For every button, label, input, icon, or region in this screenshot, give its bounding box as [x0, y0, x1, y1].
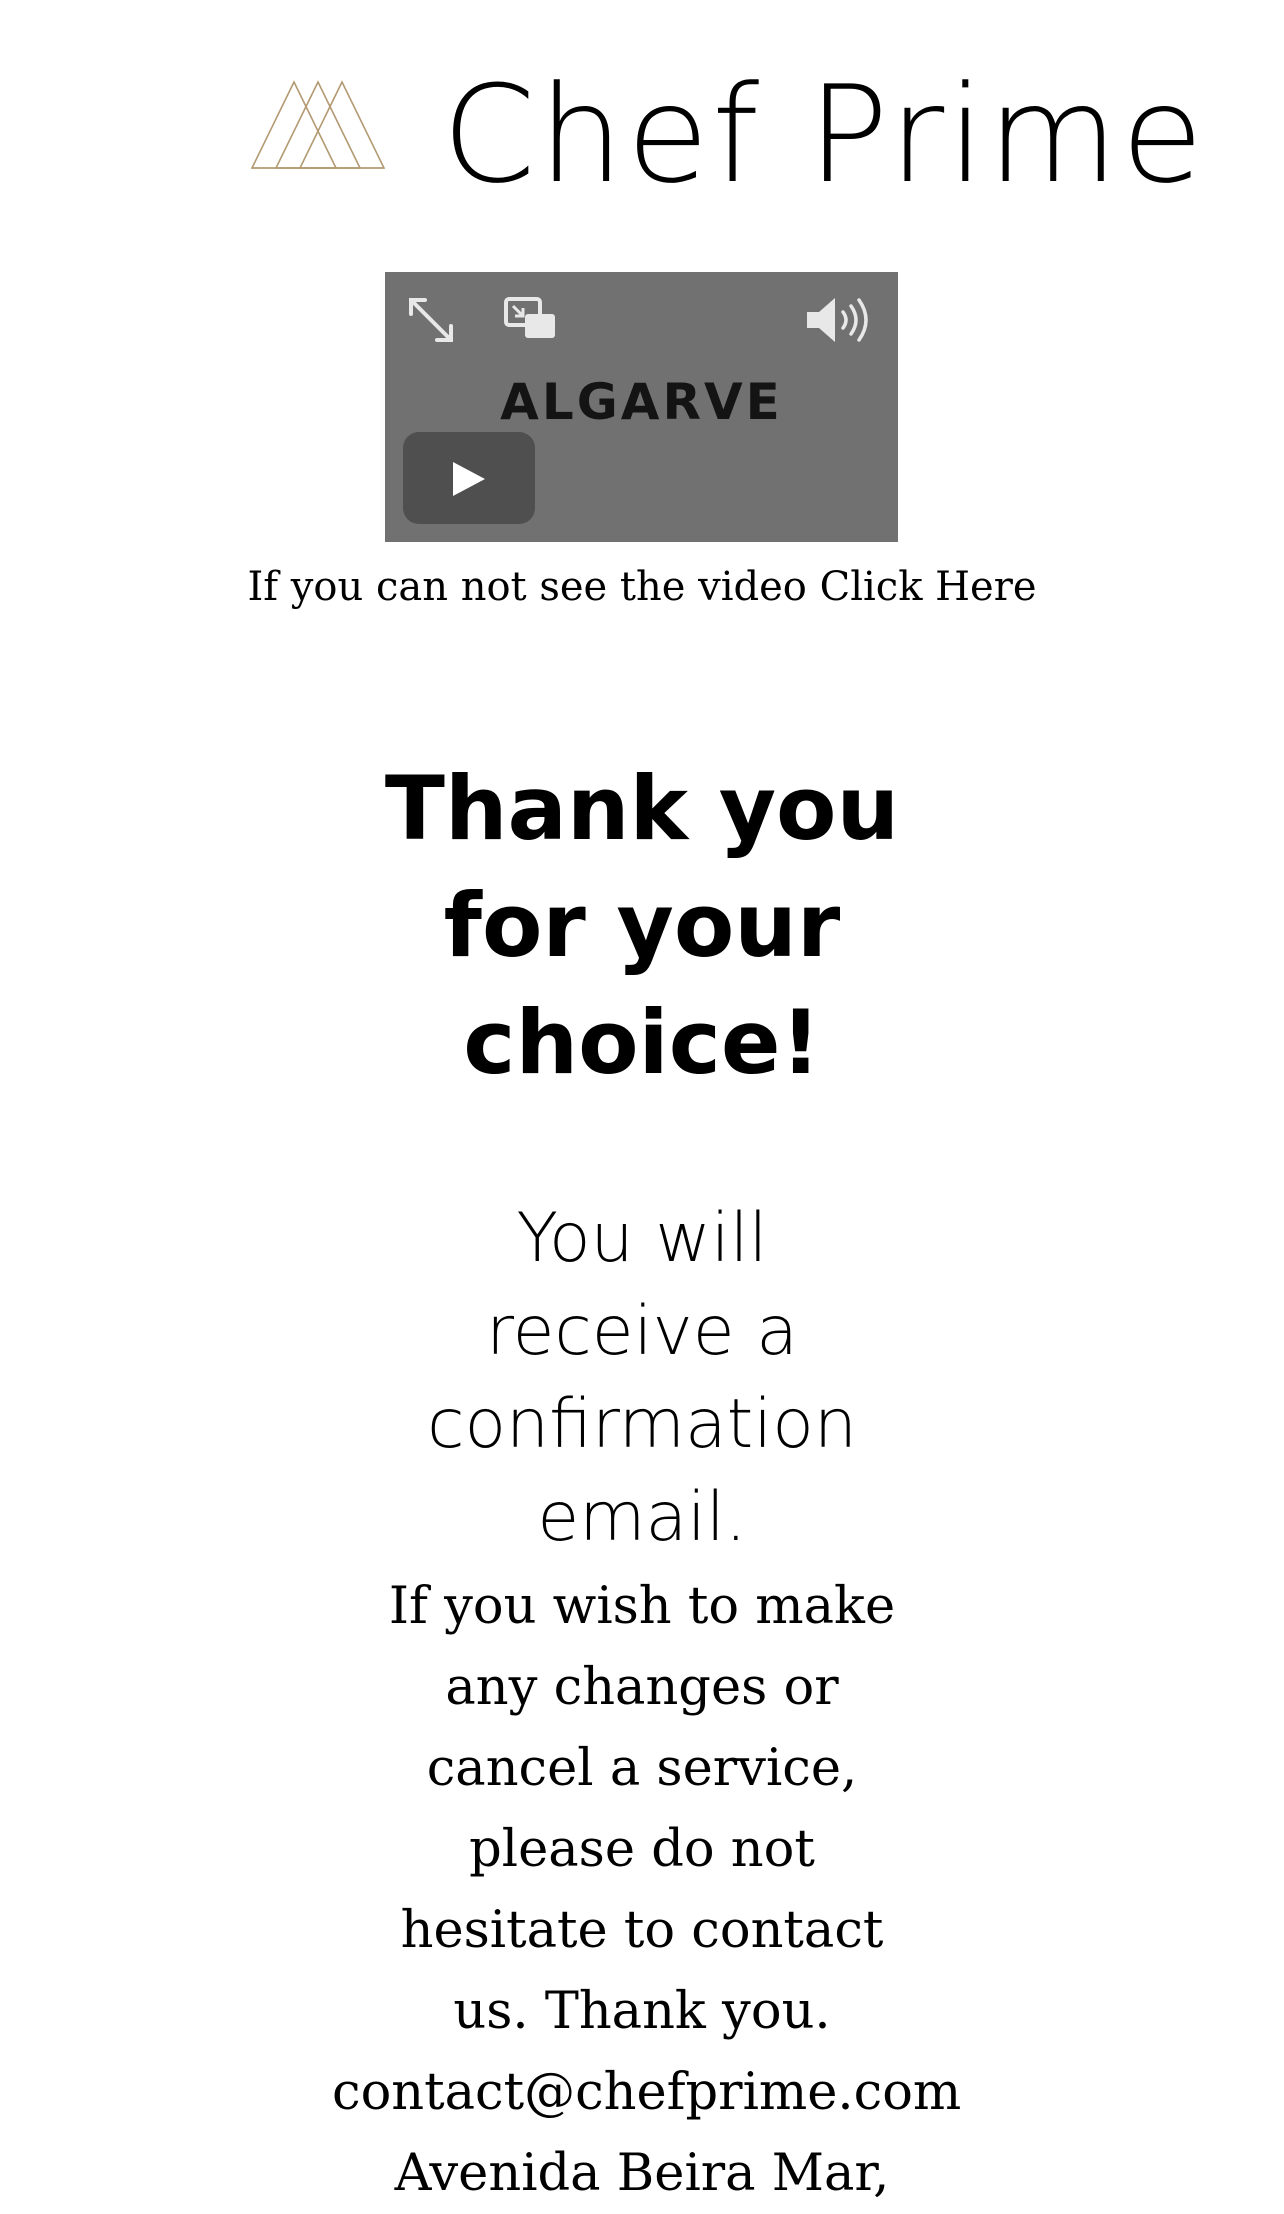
contact-info: If you wish to make any changes or cance…	[332, 1566, 961, 2214]
info-line-2: any changes or	[445, 1658, 839, 1717]
info-line-1: If you wish to make	[388, 1577, 896, 1636]
picture-in-picture-icon[interactable]	[503, 296, 557, 340]
video-fallback-note: If you can not see the video Click Here	[0, 555, 1284, 619]
site-header: Chef Prime	[0, 60, 1284, 210]
confirmation-message: You will receive a confirmation email.	[342, 1192, 942, 1564]
thank-you-heading: Thank you for your choice!	[342, 750, 942, 1101]
play-icon	[453, 462, 485, 496]
chef-prime-logo-icon	[250, 80, 386, 169]
click-here-link[interactable]: Click Here	[820, 564, 1037, 610]
confirm-line-3: confirmation	[427, 1385, 857, 1464]
confirm-line-1: You will	[516, 1199, 768, 1278]
brand-name[interactable]: Chef Prime	[442, 60, 1206, 210]
info-line-3: cancel a service,	[426, 1739, 858, 1798]
info-line-4: please do not	[469, 1820, 815, 1879]
confirm-line-2: receive a	[486, 1292, 798, 1371]
video-note-text: If you can not see the video	[247, 564, 820, 610]
contact-email-link[interactable]: contact@chefprime.com	[332, 2063, 961, 2122]
info-line-6: us. Thank you.	[453, 1982, 831, 2041]
volume-icon[interactable]	[805, 296, 877, 344]
video-overlay-logo: ALGARVE	[500, 373, 783, 431]
thanks-line-3: choice!	[463, 991, 821, 1094]
play-button[interactable]	[403, 432, 535, 524]
thanks-line-2: for your	[443, 874, 841, 977]
confirm-line-4: email.	[537, 1478, 747, 1557]
address-line-1: Avenida Beira Mar,	[394, 2144, 890, 2203]
info-line-5: hesitate to contact	[400, 1901, 884, 1960]
expand-icon[interactable]	[405, 294, 457, 346]
thanks-line-1: Thank you	[384, 757, 900, 860]
video-player[interactable]: ALGARVE	[385, 272, 898, 542]
